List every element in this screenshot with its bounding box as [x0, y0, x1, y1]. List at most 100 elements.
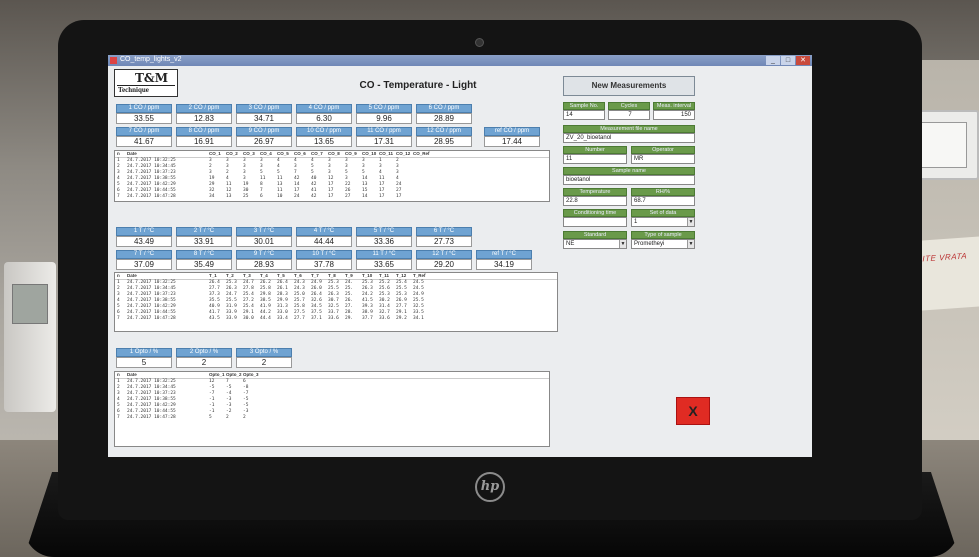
column-header[interactable]: T_8 [328, 273, 345, 279]
field-value[interactable] [563, 217, 627, 227]
temp-label: 10 T / °C [296, 250, 352, 259]
column-header[interactable]: T_6 [294, 273, 311, 279]
field-value[interactable]: 1 ▼ [631, 217, 695, 227]
column-header[interactable]: Opto_2 [226, 372, 243, 378]
column-header[interactable]: T_7 [311, 273, 328, 279]
type-of-sample-select[interactable]: Type of sample Prometheyi ▼ [631, 231, 695, 249]
column-header[interactable]: CO_5 [277, 151, 294, 157]
co-label: ref CO / ppm [484, 127, 540, 136]
temperature-field[interactable]: Temperature 22.8 [563, 188, 627, 206]
column-header[interactable]: CO_12 [396, 151, 413, 157]
column-header[interactable]: CO_9 [345, 151, 362, 157]
field-value[interactable]: 7 [608, 110, 650, 120]
column-header[interactable]: Date [127, 273, 209, 279]
column-header[interactable]: T_5 [277, 273, 294, 279]
temperature-history-table[interactable]: n Date T_1 T_2 T_3 T_4 T_5 T_6 T_7 T_8 T_9 T_10 T_11… [114, 272, 558, 332]
column-header[interactable]: T_1 [209, 273, 226, 279]
field-value[interactable]: 11 [563, 154, 627, 164]
column-header[interactable]: CO_10 [362, 151, 379, 157]
column-header[interactable]: T_10 [362, 273, 379, 279]
column-header[interactable]: CO_7 [311, 151, 328, 157]
standard-select[interactable]: Standard NE ▼ [563, 231, 627, 249]
field-value[interactable]: MR [631, 154, 695, 164]
column-header[interactable]: n [115, 151, 127, 157]
sample-no-field[interactable]: Sample No. 14 [563, 102, 605, 120]
exit-button[interactable]: X [676, 397, 710, 425]
column-header[interactable]: n [115, 273, 127, 279]
cycles-field[interactable]: Cycles 7 [608, 102, 650, 120]
field-value[interactable]: Prometheyi ▼ [631, 239, 695, 249]
table-row[interactable]: 7 24.7.2017 10:47:28 5 2 2 [115, 415, 549, 421]
field-label: Temperature [563, 188, 627, 196]
set-of-data-select[interactable]: Set of data 1 ▼ [631, 209, 695, 227]
table-cell: 33.4 [277, 316, 288, 321]
temp-label: 2 T / °C [176, 227, 232, 236]
table-cell: 37.1 [311, 316, 322, 321]
chevron-down-icon[interactable]: ▼ [687, 240, 694, 248]
column-header[interactable]: CO_4 [260, 151, 277, 157]
column-header[interactable]: T_3 [243, 273, 260, 279]
column-header[interactable]: T_Ref [413, 273, 430, 279]
column-header[interactable]: CO_Ref [413, 151, 430, 157]
co-sensor-1: 1 CO / ppm 33.55 [116, 104, 172, 124]
column-header[interactable]: T_9 [345, 273, 362, 279]
field-label: Standard [563, 231, 627, 239]
co-sensor-2: 2 CO / ppm 12.83 [176, 104, 232, 124]
temp-sensor-ref: ref T / °C 34.19 [476, 250, 532, 270]
table-cell: 17 [328, 194, 334, 199]
meas-interval-field[interactable]: Meas. interval 150 [653, 102, 695, 120]
select-value: Prometheyi [634, 241, 665, 247]
column-header[interactable]: T_12 [396, 273, 413, 279]
new-measurements-button[interactable]: New Measurements [563, 76, 695, 96]
field-value[interactable]: bioetanol [563, 175, 695, 185]
co-history-table[interactable]: n Date CO_1 CO_2 CO_3 CO_4 CO_5 CO_6 CO_7 CO_8 CO_… [114, 150, 550, 202]
column-header[interactable]: T_4 [260, 273, 277, 279]
table-cell: 25 [243, 194, 249, 199]
temp-label: 9 T / °C [236, 250, 292, 259]
field-value[interactable]: 68.7 [631, 196, 695, 206]
table-row[interactable]: 7 24.7.2017 10:47:28 43.5 33.9 30.0 44.4 33.4 2… [115, 316, 557, 322]
field-label: Set of data [631, 209, 695, 217]
file-name-field[interactable]: Measurement file name ZV_20_bioetanol [563, 125, 695, 143]
co-sensor-9: 9 CO / ppm 26.97 [236, 127, 292, 147]
co-value: 26.97 [236, 136, 292, 147]
column-header[interactable]: Opto_3 [243, 372, 260, 378]
co-label: 7 CO / ppm [116, 127, 172, 136]
opto-sensor-2: 2 Opto / % 2 [176, 348, 232, 368]
field-value[interactable]: 150 [653, 110, 695, 120]
temp-label: 12 T / °C [416, 250, 472, 259]
sample-name-field[interactable]: Sample name bioetanol [563, 167, 695, 185]
field-value[interactable]: ZV_20_bioetanol [563, 133, 695, 143]
opto-history-table[interactable]: n Date Opto_1 Opto_2 Opto_3 1 24.7.2017 10:32:… [114, 371, 550, 447]
conditioning-time-field[interactable]: Conditioning time [563, 209, 627, 227]
column-header[interactable]: Date [127, 151, 209, 157]
close-button[interactable]: ✕ [796, 56, 810, 65]
field-value[interactable]: 22.8 [563, 196, 627, 206]
column-header[interactable]: T_11 [379, 273, 396, 279]
column-header[interactable]: CO_8 [328, 151, 345, 157]
co-value: 28.95 [416, 136, 472, 147]
app-icon [110, 57, 117, 64]
field-value[interactable]: NE ▼ [563, 239, 627, 249]
column-header[interactable]: n [115, 372, 127, 378]
field-value[interactable]: 14 [563, 110, 605, 120]
column-header[interactable]: CO_2 [226, 151, 243, 157]
laptop-screen: CO_temp_lights_v2 _ □ ✕ T&M Technique CO… [108, 55, 812, 457]
chevron-down-icon[interactable]: ▼ [687, 218, 694, 226]
minimize-button[interactable]: _ [766, 56, 780, 65]
column-header[interactable]: T_2 [226, 273, 243, 279]
column-header[interactable]: CO_11 [379, 151, 396, 157]
maximize-button[interactable]: □ [781, 56, 795, 65]
column-header[interactable]: Date [127, 372, 209, 378]
column-header[interactable]: CO_1 [209, 151, 226, 157]
rh-field[interactable]: RH/% 68.7 [631, 188, 695, 206]
chevron-down-icon[interactable]: ▼ [619, 240, 626, 248]
temp-label: 3 T / °C [236, 227, 292, 236]
table-row[interactable]: 7 24.7.2017 10:47:28 34 13 25 6 10 24 42 17 27 14 17… [115, 194, 549, 200]
column-header[interactable]: Opto_1 [209, 372, 226, 378]
column-header[interactable]: CO_6 [294, 151, 311, 157]
column-header[interactable]: CO_3 [243, 151, 260, 157]
temp-value: 37.78 [296, 259, 352, 270]
number-field[interactable]: Number 11 [563, 146, 627, 164]
operator-field[interactable]: Operator MR [631, 146, 695, 164]
